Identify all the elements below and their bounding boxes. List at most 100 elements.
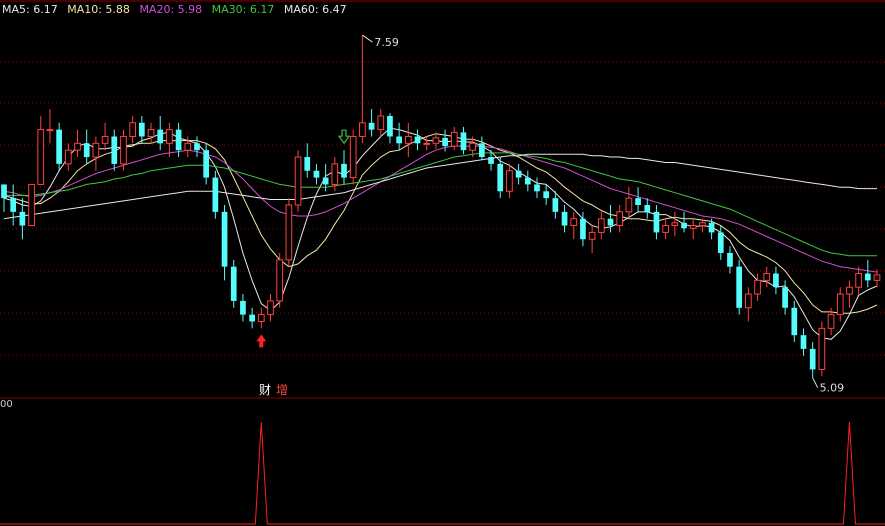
legend-ma20: MA20: 5.98 xyxy=(139,3,203,16)
stock-chart: 7.59 5.09 xyxy=(0,0,885,525)
indicator-axis-value: 00 xyxy=(0,399,13,410)
candle-body xyxy=(432,137,440,144)
candle-body xyxy=(580,218,586,240)
candle-body xyxy=(662,225,669,233)
candle-body xyxy=(147,129,155,137)
candle-body xyxy=(763,273,771,281)
legend-ma10: MA10: 5.88 xyxy=(67,3,130,16)
candle-body xyxy=(166,129,173,144)
candle-body xyxy=(46,129,54,132)
candle-body xyxy=(873,274,881,281)
candle-body xyxy=(442,137,448,147)
candle-body xyxy=(515,170,522,178)
candle-body xyxy=(552,198,559,212)
candle-body xyxy=(285,204,293,261)
sell-arrow-icon xyxy=(337,129,351,145)
candle-body xyxy=(818,327,826,370)
candle-body xyxy=(387,115,393,137)
candle-body xyxy=(276,259,284,302)
candle-body xyxy=(230,266,237,301)
candle-body xyxy=(64,149,72,165)
candle-body xyxy=(644,205,651,212)
candle-body xyxy=(341,163,347,178)
candle-body xyxy=(423,142,431,145)
candle-body xyxy=(570,218,578,227)
candle-body xyxy=(194,143,200,151)
candlesticks xyxy=(1,35,881,378)
candle-body xyxy=(414,136,421,144)
indicator-title-a: 财 xyxy=(259,383,272,397)
candle-body xyxy=(827,314,835,329)
candle-body xyxy=(203,150,210,178)
low-pointer xyxy=(812,377,819,388)
candle-body xyxy=(249,314,255,322)
candle-body xyxy=(92,142,100,158)
candle-body xyxy=(534,184,540,192)
candle-body xyxy=(37,129,45,185)
candle-body xyxy=(120,135,127,165)
candle-body xyxy=(83,143,90,158)
candle-body xyxy=(836,293,844,316)
candle-body xyxy=(616,211,624,227)
indicator-panel xyxy=(0,421,885,525)
candle-body xyxy=(377,115,385,131)
legend-ma5: MA5: 6.17 xyxy=(2,3,58,16)
candle-body xyxy=(754,279,761,295)
candle-body xyxy=(28,183,35,227)
candle-body xyxy=(157,129,164,144)
candle-body xyxy=(635,198,641,205)
buy-arrow-icon xyxy=(256,334,267,348)
candle-body xyxy=(597,218,605,233)
candle-body xyxy=(129,122,137,137)
high-pointer xyxy=(362,34,373,43)
candle-body xyxy=(497,163,504,192)
candle-body xyxy=(349,135,357,179)
candle-body xyxy=(101,135,109,144)
indicator-title-b: 增 xyxy=(276,383,289,397)
candle-body xyxy=(689,225,697,229)
candle-body xyxy=(359,122,366,137)
candle-body xyxy=(736,266,743,308)
ma-line-ma20 xyxy=(3,145,878,273)
price-annotations: 7.59 5.09 xyxy=(256,34,844,395)
candle-body xyxy=(304,157,311,171)
candle-body xyxy=(111,136,118,164)
legend-ma30: MA30: 6.17 xyxy=(211,3,275,16)
candle-body xyxy=(625,197,633,213)
candle-body xyxy=(138,122,145,137)
candle-body xyxy=(864,273,871,281)
candle-body xyxy=(855,273,862,288)
candle-body xyxy=(809,348,816,370)
candle-body xyxy=(240,300,246,315)
legend-ma60: MA60: 6.47 xyxy=(283,3,347,16)
candle-body xyxy=(257,314,265,322)
candle-body xyxy=(175,129,182,151)
candle-body xyxy=(56,129,62,164)
candle-body xyxy=(396,136,402,144)
candle-body xyxy=(800,335,807,349)
ma-legend: MA5: 6.17 MA10: 5.88 MA20: 5.98 MA30: 6.… xyxy=(2,3,353,16)
candle-body xyxy=(846,286,853,295)
candle-body xyxy=(184,142,192,151)
candle-body xyxy=(653,211,660,233)
candle-body xyxy=(322,177,329,185)
candle-body xyxy=(744,293,752,309)
candle-body xyxy=(727,252,733,267)
candle-body xyxy=(588,231,596,240)
high-price-label: 7.59 xyxy=(374,36,399,49)
candle-body xyxy=(681,222,687,229)
candle-body xyxy=(1,184,7,199)
candle-body xyxy=(671,222,679,227)
candle-body xyxy=(10,198,17,212)
candle-body xyxy=(212,177,219,212)
candle-body xyxy=(479,143,485,158)
candle-body xyxy=(607,218,614,226)
candle-body xyxy=(74,142,81,151)
candle-body xyxy=(699,222,706,227)
candle-body xyxy=(506,170,513,192)
candle-body xyxy=(469,142,477,151)
candle-body xyxy=(488,157,494,164)
candle-body xyxy=(368,122,375,130)
candle-body xyxy=(460,132,467,151)
indicator-line xyxy=(0,421,885,525)
